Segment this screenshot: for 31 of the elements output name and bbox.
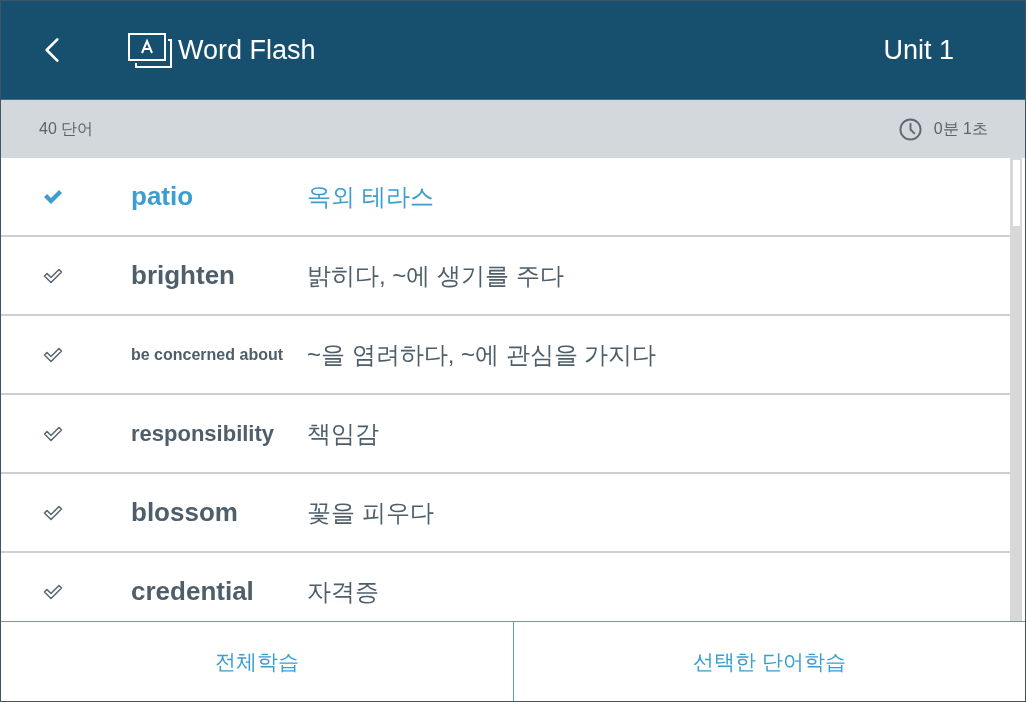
korean-meaning: 책임감 <box>307 418 379 449</box>
cards-logo-icon <box>128 32 173 68</box>
korean-meaning: 밝히다, ~에 생기를 주다 <box>307 260 564 291</box>
check-icon <box>43 188 63 205</box>
scrollbar-thumb[interactable] <box>1013 160 1020 226</box>
korean-meaning: 자격증 <box>307 576 379 607</box>
app-title: Word Flash <box>178 34 316 66</box>
korean-meaning: ~을 염려하다, ~에 관심을 가지다 <box>307 339 657 370</box>
chevron-left-icon <box>44 37 60 63</box>
english-word: credential <box>131 576 255 607</box>
word-row[interactable]: blossom 꽃을 피우다 <box>1 474 1010 553</box>
check-outline-icon <box>43 504 63 521</box>
elapsed-time: 0분 1초 <box>933 118 988 139</box>
word-row[interactable]: be concerned about ~을 염려하다, ~에 관심을 가지다 <box>1 316 1010 395</box>
english-word: be concerned about <box>131 345 285 364</box>
english-word: brighten <box>131 260 236 291</box>
check-outline-icon <box>43 425 63 442</box>
english-word: patio <box>131 181 195 212</box>
english-word: responsibility <box>131 420 276 447</box>
check-outline-icon <box>43 267 63 284</box>
check-outline-icon <box>43 346 63 363</box>
check-outline-icon <box>43 583 63 600</box>
word-row[interactable]: brighten 밝히다, ~에 생기를 주다 <box>1 237 1010 316</box>
unit-label: Unit 1 <box>883 34 954 66</box>
scrollbar-track[interactable] <box>1010 158 1022 621</box>
word-row[interactable]: responsibility 책임감 <box>1 395 1010 474</box>
clock-icon <box>898 117 922 141</box>
english-word: blossom <box>131 497 239 528</box>
korean-meaning: 옥외 테라스 <box>307 181 434 212</box>
word-count: 40 단어 <box>39 118 94 139</box>
korean-meaning: 꽃을 피우다 <box>307 497 434 528</box>
